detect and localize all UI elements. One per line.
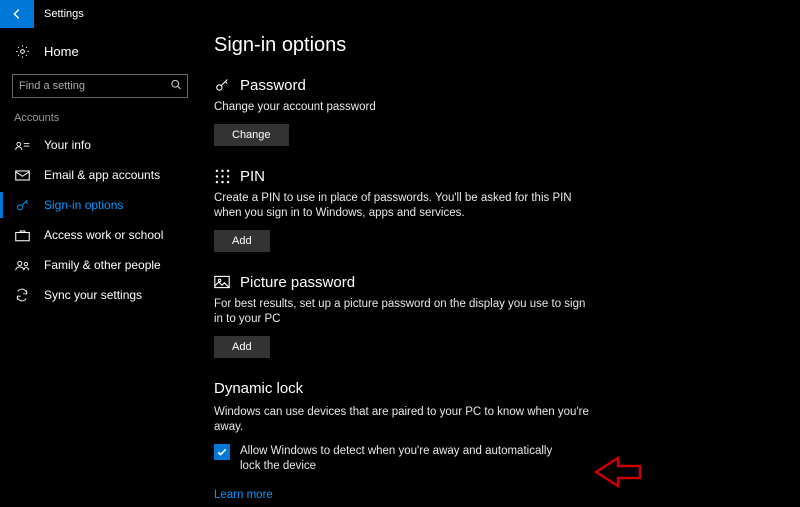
picture-desc: For best results, set up a picture passw… <box>214 297 594 328</box>
annotation-arrow-icon <box>590 452 642 492</box>
sidebar-item-label: Sign-in options <box>44 198 123 212</box>
add-pin-button[interactable]: Add <box>214 230 270 252</box>
add-picture-button[interactable]: Add <box>214 336 270 358</box>
dynamic-heading: Dynamic lock <box>214 380 800 397</box>
password-desc: Change your account password <box>214 100 594 116</box>
pin-heading: PIN <box>240 168 265 185</box>
picture-heading: Picture password <box>240 274 355 291</box>
sidebar-item-your-info[interactable]: Your info <box>0 130 200 160</box>
password-heading: Password <box>240 77 306 94</box>
back-arrow-icon <box>10 7 24 21</box>
sync-icon <box>14 288 30 302</box>
sidebar-item-label: Email & app accounts <box>44 168 160 182</box>
pin-heading-row: PIN <box>214 168 800 185</box>
briefcase-icon <box>14 229 30 242</box>
password-heading-row: Password <box>214 77 800 94</box>
mail-icon <box>14 170 30 181</box>
people-icon <box>14 259 30 272</box>
key-icon <box>14 198 30 213</box>
home-nav[interactable]: Home <box>0 36 200 66</box>
home-label: Home <box>44 44 79 59</box>
sidebar-item-label: Access work or school <box>44 228 163 242</box>
sidebar: Home Accounts Your info Email & app acco… <box>0 28 200 507</box>
sidebar-item-label: Your info <box>44 138 91 152</box>
change-password-button[interactable]: Change <box>214 124 289 146</box>
sidebar-item-label: Family & other people <box>44 258 161 272</box>
check-icon <box>216 446 228 458</box>
dynamic-lock-label: Allow Windows to detect when you're away… <box>240 444 574 475</box>
main-content: Sign-in options Password Change your acc… <box>200 28 800 507</box>
sidebar-item-sync[interactable]: Sync your settings <box>0 280 200 310</box>
search-input[interactable] <box>12 74 188 98</box>
sidebar-item-signin[interactable]: Sign-in options <box>0 190 200 220</box>
picture-heading-row: Picture password <box>214 274 800 291</box>
back-button[interactable] <box>0 0 34 28</box>
dynamic-lock-checkbox-row: Allow Windows to detect when you're away… <box>214 444 574 475</box>
key-icon <box>214 77 230 94</box>
dynamic-desc: Windows can use devices that are paired … <box>214 405 594 436</box>
nav-group-label: Accounts <box>0 112 200 124</box>
search-icon <box>170 79 182 94</box>
sidebar-item-work[interactable]: Access work or school <box>0 220 200 250</box>
app-title: Settings <box>44 8 84 20</box>
learn-more-link[interactable]: Learn more <box>214 489 273 501</box>
search-container <box>12 74 188 98</box>
pin-desc: Create a PIN to use in place of password… <box>214 191 594 222</box>
sidebar-item-label: Sync your settings <box>44 288 142 302</box>
sidebar-item-family[interactable]: Family & other people <box>0 250 200 280</box>
person-card-icon <box>14 138 30 153</box>
keypad-icon <box>214 169 230 184</box>
dynamic-lock-checkbox[interactable] <box>214 444 230 460</box>
picture-icon <box>214 275 230 289</box>
gear-icon <box>14 44 30 59</box>
page-title: Sign-in options <box>214 34 800 57</box>
titlebar: Settings <box>0 0 800 28</box>
sidebar-item-email[interactable]: Email & app accounts <box>0 160 200 190</box>
